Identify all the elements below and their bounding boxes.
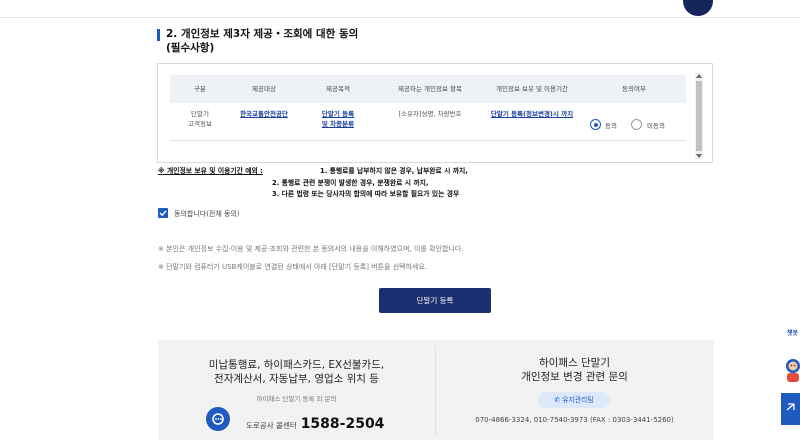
chatbot-label[interactable]: 챗봇 <box>787 328 798 337</box>
maintenance-team-pill: ✆ 유지관리팀 <box>538 392 610 408</box>
maintenance-team-label: 유지관리팀 <box>562 396 594 404</box>
section-title: 2. 개인정보 제3자 제공・조회에 대한 동의 <box>166 28 359 40</box>
call-center-icon <box>206 407 230 431</box>
contact-right: 하이패스 단말기 개인정보 변경 관련 문의 ✆ 유지관리팀 070-4866-… <box>436 340 713 424</box>
call-center-number[interactable]: 1588-2504 <box>301 416 385 432</box>
scroll-down-icon[interactable] <box>696 154 702 158</box>
maintenance-phones: 070-4866-3324, 010-7540-3973 (FAX : 0303… <box>475 416 674 424</box>
retention-note-1: 1. 통행료를 납부하지 않은 경우, 납부완료 시 까지, <box>320 167 468 175</box>
retention-note-3: 3. 다른 법령 또는 당사자의 합의에 따라 보유할 필요가 있는 경우 <box>272 190 460 198</box>
check-icon <box>159 210 167 217</box>
consent-all-checkbox[interactable] <box>158 208 168 218</box>
arrow-up-icon <box>786 403 795 411</box>
notice-usb: ※ 단말기와 컴퓨터가 USB케이블로 연결된 상태에서 아래 [단말기 등록]… <box>158 263 428 271</box>
disagree-label: 미동의 <box>647 122 665 130</box>
header-items: 제공하는 개인정보 항목 <box>398 85 462 93</box>
header-provider: 제공대상 <box>252 85 276 93</box>
contact-right-line2: 개인정보 변경 관련 문의 <box>521 371 628 383</box>
row-divider <box>170 140 686 141</box>
table-header: 구분 제공대상 제공목적 제공하는 개인정보 항목 개인정보 보유 및 이용기간… <box>170 75 686 103</box>
cell-items: [소유자]성명, 차량번호 <box>398 110 462 118</box>
disagree-radio[interactable] <box>631 119 642 130</box>
contact-left-sub: 하이패스 단말기 등록 외 문의 <box>256 395 337 403</box>
contact-right-line1: 하이패스 단말기 <box>539 357 610 369</box>
period-link[interactable]: 단말기 등록(정보변경)시 까지 <box>491 110 573 118</box>
consent-table-box: 구분 제공대상 제공목적 제공하는 개인정보 항목 개인정보 보유 및 이용기간… <box>157 63 713 163</box>
call-center: 도로공사 콜센터 1588-2504 <box>246 413 384 432</box>
contact-info-panel: 미납통행료, 하이패스카드, EX선불카드, 전자계산서, 자동납부, 영업소 … <box>158 340 714 440</box>
top-menu-icon[interactable] <box>683 0 713 16</box>
retention-note-prefix: ※ 개인정보 보유 및 이용기간 예외 : <box>158 167 263 175</box>
section-marker <box>157 29 160 41</box>
contact-left: 미납통행료, 하이패스카드, EX선불카드, 전자계산서, 자동납부, 영업소 … <box>158 340 435 432</box>
contact-left-line1: 미납통행료, 하이패스카드, EX선불카드, <box>208 359 385 371</box>
scroll-thumb[interactable] <box>696 81 702 151</box>
provider-link[interactable]: 한국교통안전공단 <box>240 110 288 118</box>
header-agree: 동의여부 <box>622 85 646 93</box>
agree-label: 동의 <box>605 122 617 130</box>
cell-purpose: 단말기 등록 및 차종분류 <box>298 109 378 129</box>
agree-radio[interactable] <box>590 119 601 130</box>
retention-note-2: 2. 통행료 관련 분쟁이 발생한 경우, 분쟁완료 시 까지, <box>272 179 429 187</box>
notice-confirm: ※ 본인은 개인정보 수집·이용 및 제공·조회와 관련한 본 동의서의 내용을… <box>158 245 464 253</box>
register-device-button[interactable]: 단말기 등록 <box>379 288 491 313</box>
consent-all-label[interactable]: 동의합니다(전체 동의) <box>174 209 240 219</box>
header-type: 구분 <box>194 85 206 93</box>
header-divider <box>0 17 800 18</box>
scroll-top-button[interactable] <box>781 393 800 425</box>
cell-type: 단말기 고객정보 <box>188 110 212 128</box>
call-center-label: 도로공사 콜센터 <box>246 421 297 430</box>
contact-left-line2: 전자계산서, 자동납부, 영업소 위치 등 <box>214 373 379 385</box>
section-subtitle: (필수사항) <box>166 42 215 54</box>
table-scrollbar[interactable] <box>695 73 703 159</box>
cell-provider: 한국교통안전공단 <box>230 109 298 119</box>
purpose-link-2[interactable]: 및 차종분류 <box>298 119 378 129</box>
cell-period: 단말기 등록(정보변경)시 까지 <box>478 109 586 119</box>
phone-icon: ✆ <box>554 396 561 404</box>
header-period: 개인정보 보유 및 이용기간 <box>496 85 568 93</box>
scroll-up-icon[interactable] <box>696 74 702 78</box>
purpose-link-1[interactable]: 단말기 등록 <box>298 109 378 119</box>
chatbot-mascot-icon[interactable] <box>783 356 800 384</box>
header-purpose: 제공목적 <box>326 85 350 93</box>
